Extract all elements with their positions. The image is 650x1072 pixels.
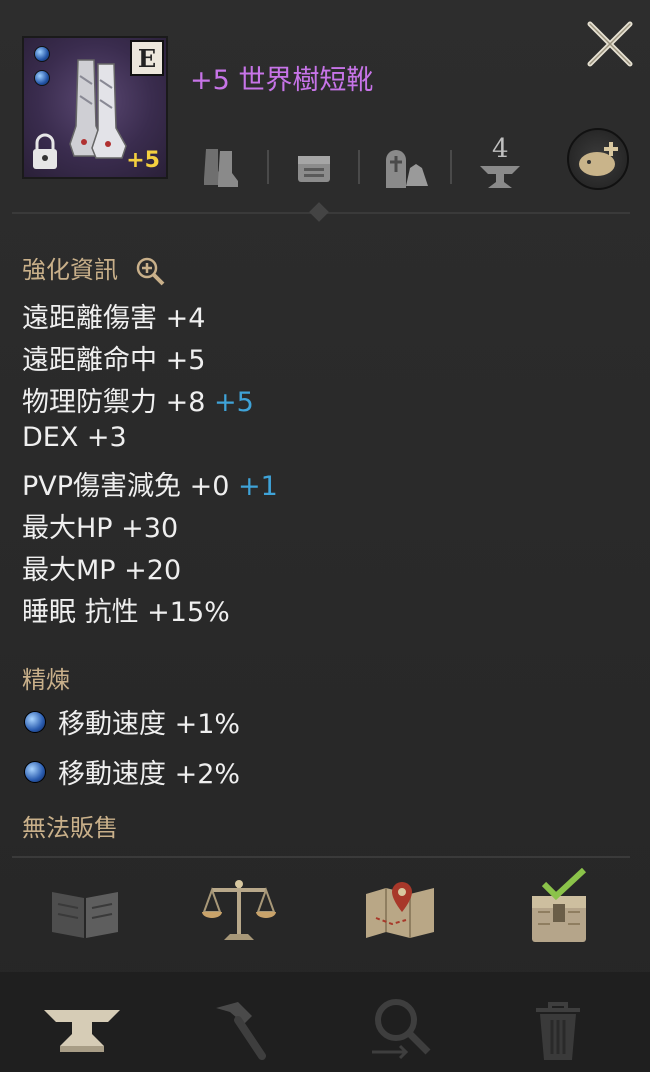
stat-line: 睡眠 抗性 +15% [22, 597, 230, 628]
separator [358, 150, 360, 184]
stat-line: PVP傷害減免 +0 +1 [22, 471, 278, 502]
anvil-icon[interactable] [40, 1006, 124, 1056]
item-icon-slot[interactable]: E +5 [22, 36, 168, 179]
stat-line: 遠距離傷害 +4 [22, 303, 206, 334]
separator [267, 150, 269, 184]
enchant-level: +5 [126, 148, 160, 173]
divider-ornament [309, 202, 329, 222]
magnifier-swap-icon[interactable] [366, 994, 436, 1062]
socket-gem-icon [34, 46, 50, 62]
close-icon[interactable] [584, 18, 636, 70]
equipment-boots-icon [204, 149, 238, 187]
separator [450, 150, 452, 184]
trash-icon[interactable] [532, 998, 584, 1062]
bottom-toolbar [0, 972, 650, 1072]
magnifier-plus-icon[interactable] [134, 255, 166, 287]
item-name: +5 世界樹短靴 [190, 65, 374, 96]
enhance-count: 4 [492, 134, 509, 164]
anvil-small-icon [480, 166, 520, 188]
lock-icon [33, 133, 57, 169]
stat-bonus: +1 [238, 471, 278, 502]
storage-chest-icon [298, 156, 330, 182]
hammer-icon[interactable] [208, 998, 268, 1062]
item-tooltip-panel: E +5 +5 世界樹短靴 4 強化資訊 遠距離傷害 +4 遠距離命中 +5 物… [0, 0, 650, 1072]
socket-gem-icon [34, 70, 50, 86]
scales-icon[interactable] [200, 876, 278, 946]
refine-orb-icon [24, 760, 46, 783]
stat-line: DEX +3 [22, 422, 127, 453]
map-icon[interactable] [362, 880, 438, 942]
refine-line: 移動速度 +2% [24, 752, 240, 791]
pet-add-icon [579, 142, 618, 176]
unsellable-label: 無法販售 [22, 814, 118, 842]
refine-title: 精煉 [22, 666, 70, 694]
stat-line: 遠距離命中 +5 [22, 345, 206, 376]
stat-line: 最大MP +20 [22, 555, 182, 586]
refine-line: 移動速度 +1% [24, 702, 240, 741]
chest-check-icon[interactable] [526, 868, 592, 946]
stat-bonus: +5 [213, 387, 254, 418]
pet-feed-button[interactable] [567, 128, 629, 190]
refine-orb-icon [24, 710, 46, 733]
stat-line: 物理防禦力 +8 +5 [22, 387, 254, 418]
stat-line: 最大HP +30 [22, 513, 179, 544]
footer-divider [12, 856, 630, 858]
tombstone-bag-icon [386, 150, 428, 188]
enhance-info-title: 強化資訊 [22, 250, 166, 287]
book-icon[interactable] [48, 884, 122, 942]
